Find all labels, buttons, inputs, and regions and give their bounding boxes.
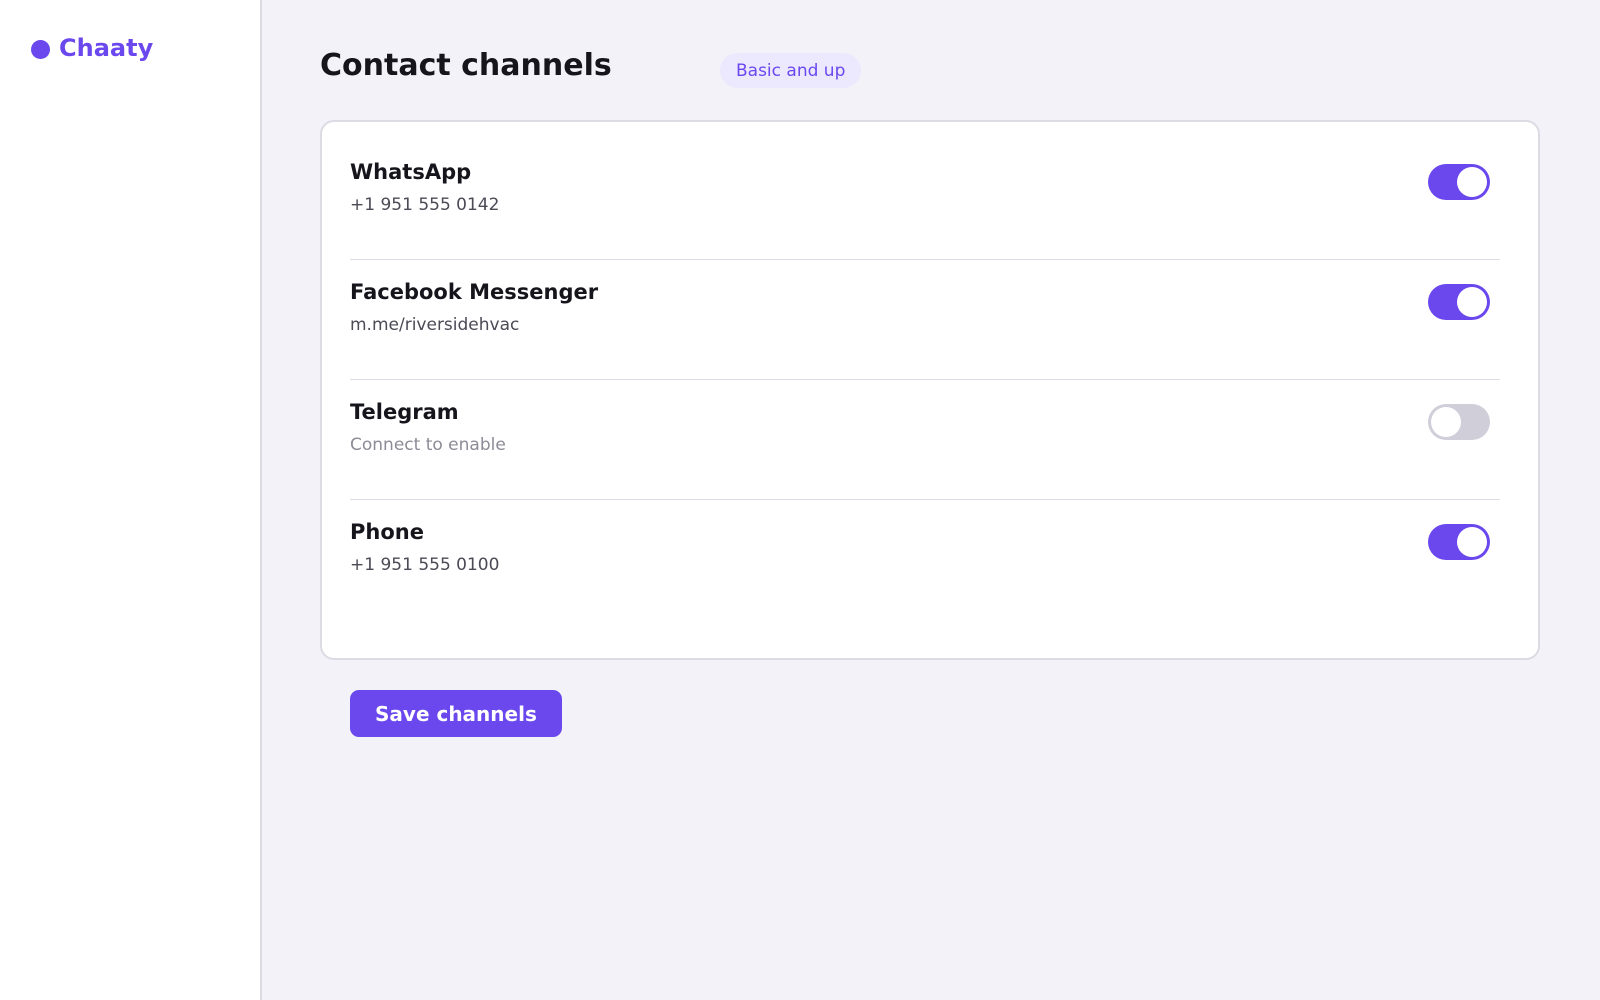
toggle-knob [1431,407,1461,437]
plan-badge: Basic and up [720,53,862,88]
channel-row-phone: Phone +1 951 555 0100 [350,500,1500,620]
toggle-knob [1457,287,1487,317]
app-root: Chaaty Contact channels Basic and up Wha… [0,0,1600,1000]
channel-name: WhatsApp [350,160,472,184]
phone-toggle[interactable] [1428,524,1490,560]
facebook-messenger-toggle[interactable] [1428,284,1490,320]
channel-row-whatsapp: WhatsApp +1 951 555 0142 [350,140,1500,260]
main-content: Contact channels Basic and up WhatsApp +… [262,0,1600,1000]
page-title: Contact channels [320,48,612,83]
channel-row-facebook-messenger: Facebook Messenger m.me/riversidehvac [350,260,1500,380]
whatsapp-toggle[interactable] [1428,164,1490,200]
brand-logo[interactable]: Chaaty [31,34,153,62]
channel-list: WhatsApp +1 951 555 0142 Facebook Messen… [350,140,1500,620]
channel-row-telegram: Telegram Connect to enable [350,380,1500,500]
channel-detail: +1 951 555 0100 [350,555,500,575]
channel-detail: +1 951 555 0142 [350,195,500,215]
channel-detail: Connect to enable [350,435,506,455]
sidebar: Chaaty [0,0,262,1000]
brand-name: Chaaty [59,34,154,62]
channel-name: Telegram [350,400,459,424]
channel-name: Phone [350,520,424,544]
channels-card: WhatsApp +1 951 555 0142 Facebook Messen… [320,120,1540,660]
channel-name: Facebook Messenger [350,280,599,304]
toggle-knob [1457,167,1487,197]
brand-dot-icon [31,39,50,59]
toggle-knob [1457,527,1487,557]
save-channels-button[interactable]: Save channels [350,690,562,737]
telegram-toggle[interactable] [1428,404,1490,440]
channel-detail: m.me/riversidehvac [350,315,520,335]
